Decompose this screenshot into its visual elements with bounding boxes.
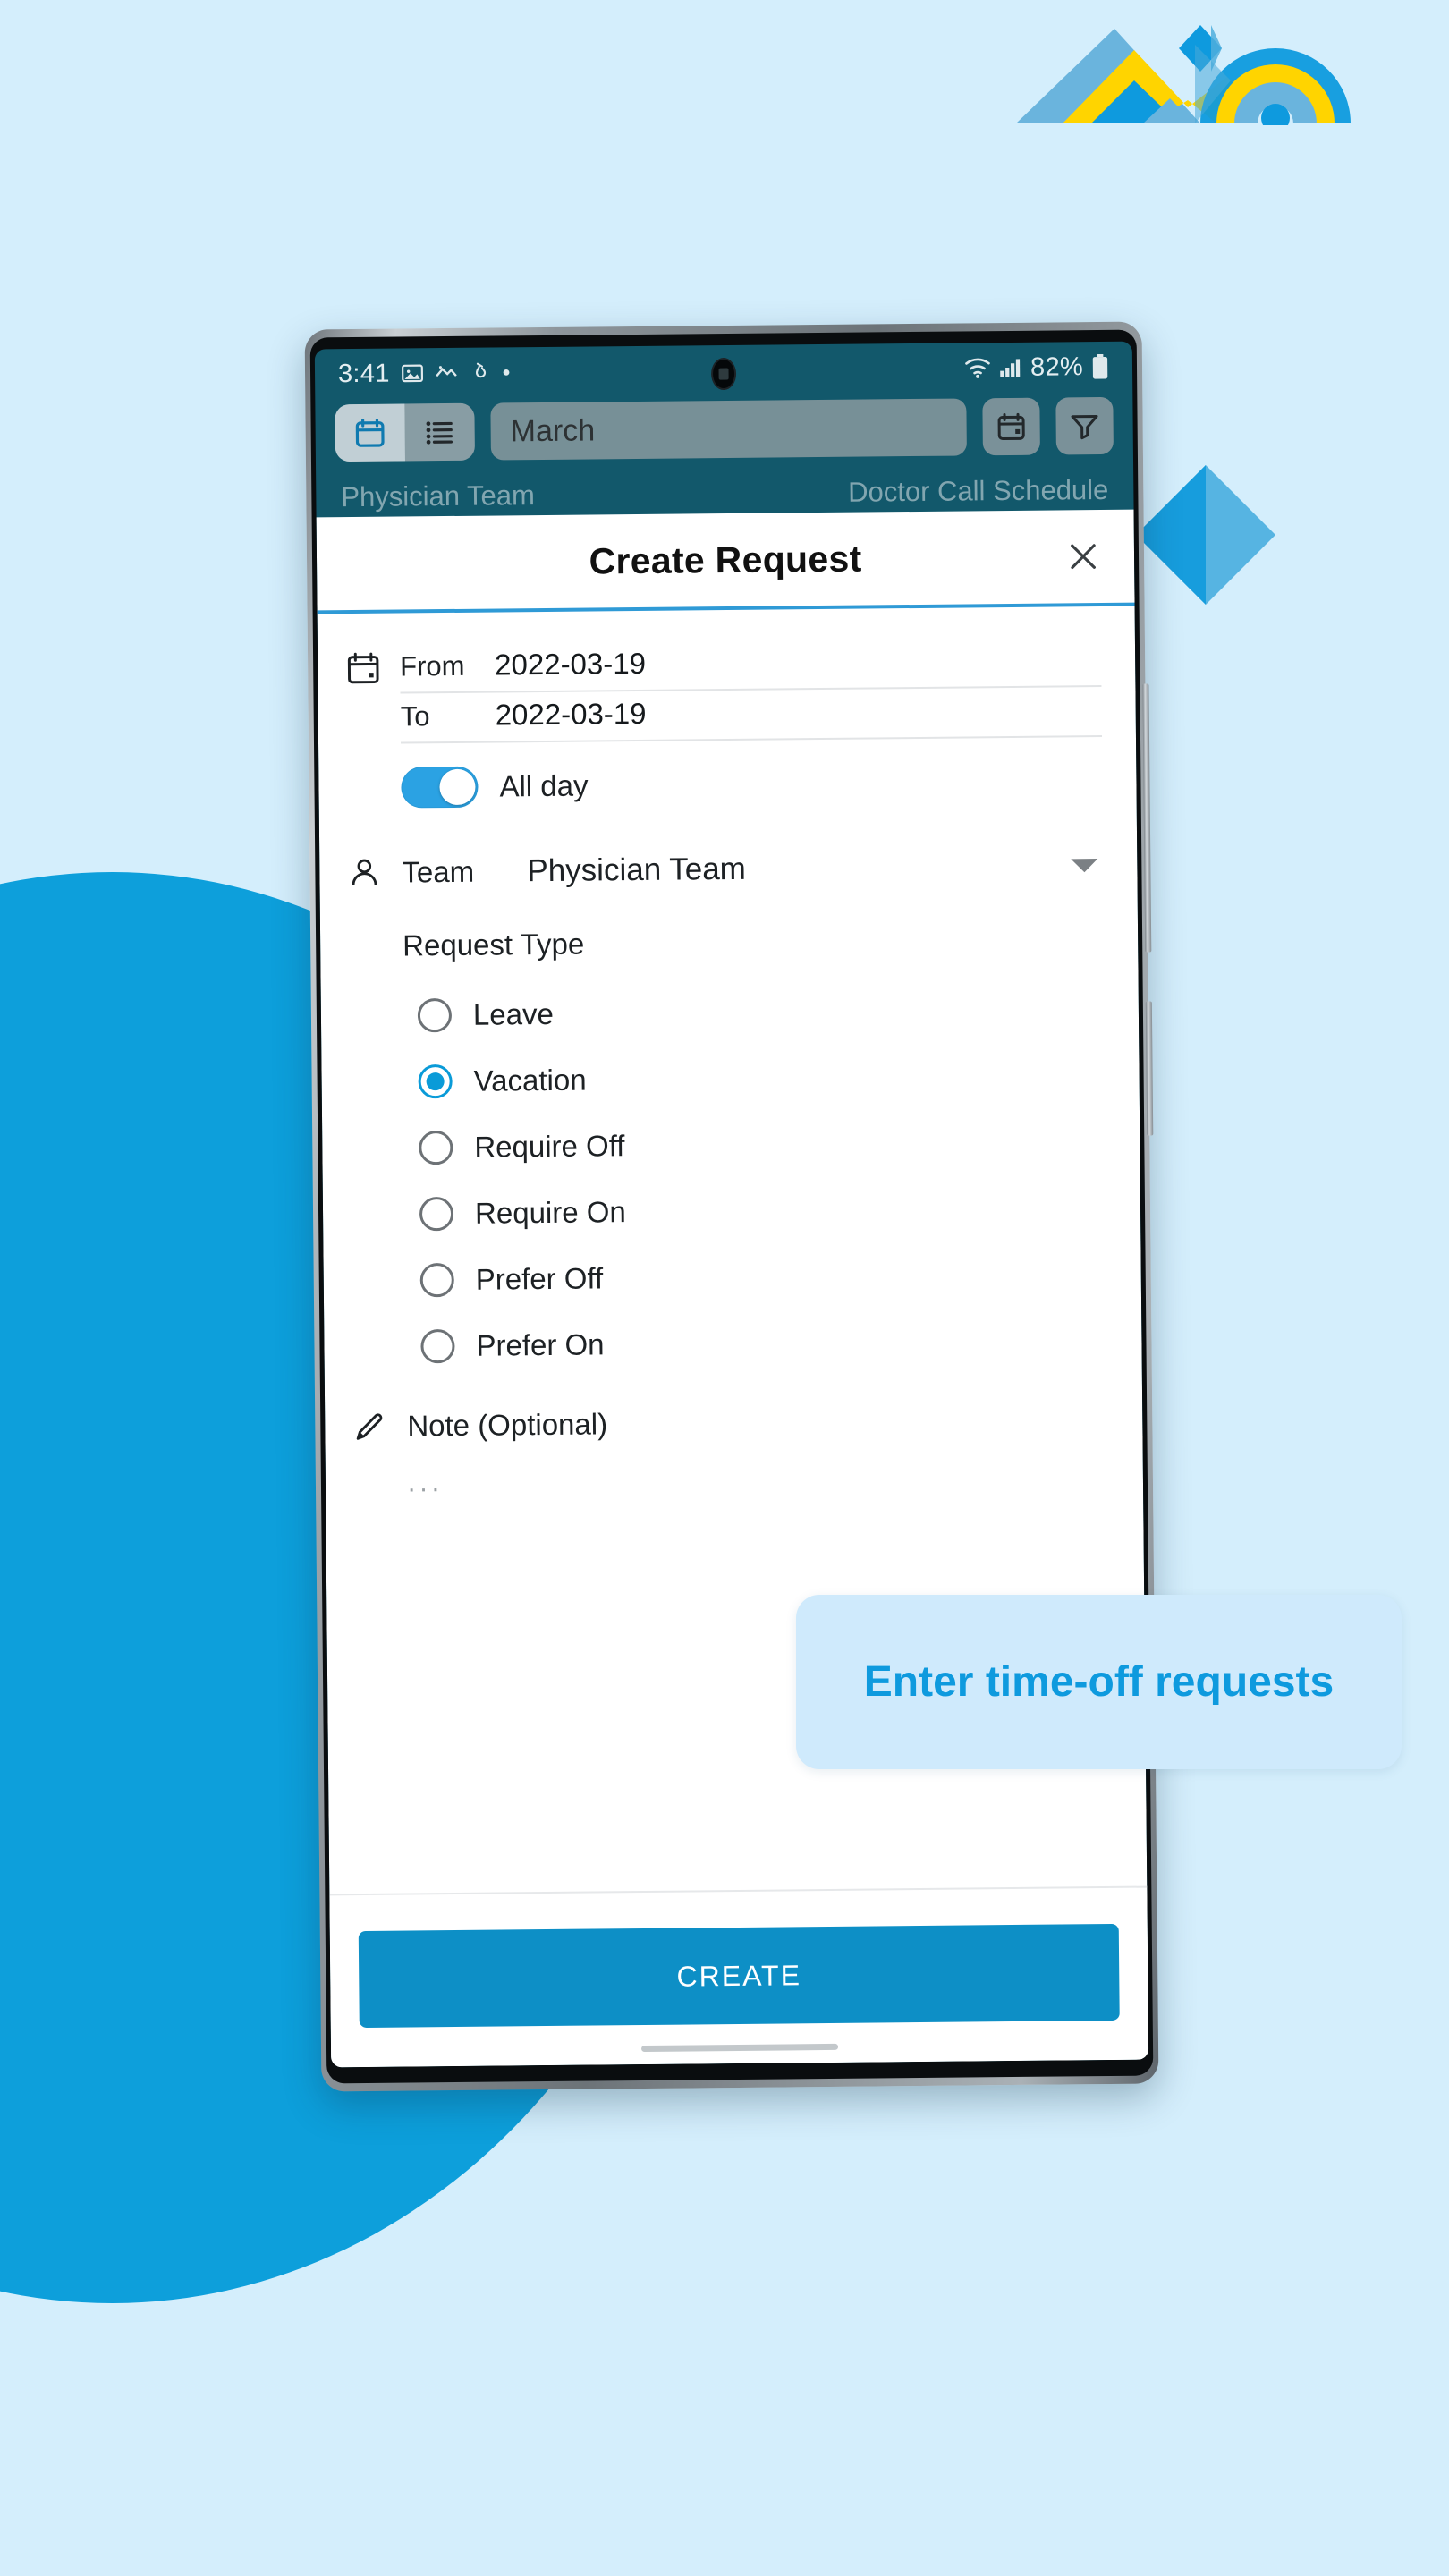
note-input[interactable]: ...	[326, 1462, 1143, 1500]
calendar-icon	[347, 652, 379, 684]
date-picker-button[interactable]	[982, 397, 1040, 456]
status-bar-left: 3:41	[338, 358, 512, 389]
radio-icon-selected	[418, 1063, 453, 1099]
calendar-view-tab[interactable]	[335, 403, 405, 462]
date-picker-icon	[997, 412, 1025, 441]
list-view-icon	[426, 421, 453, 445]
to-label: To	[400, 700, 430, 733]
chevron-down-icon[interactable]	[1071, 859, 1098, 873]
calendar-icon-wrap	[344, 644, 401, 692]
pencil-icon	[356, 1413, 383, 1440]
radio-label: Require On	[474, 1195, 626, 1230]
team-value: Physician Team	[527, 851, 747, 888]
radio-option-prefer-on[interactable]: Prefer On	[324, 1307, 1142, 1381]
status-bar-right: 82%	[964, 352, 1109, 383]
calendar-view-icon	[355, 418, 385, 447]
radio-label: Prefer Off	[475, 1261, 604, 1296]
cellular-signal-icon	[1000, 359, 1021, 377]
radio-label: Require Off	[474, 1129, 625, 1164]
create-request-modal: Create Request From 2022-03-19 To 2022-0…	[316, 509, 1149, 2068]
dot-icon	[503, 369, 510, 376]
battery-icon	[1092, 353, 1108, 379]
image-icon	[401, 364, 423, 383]
to-value: 2022-03-19	[495, 696, 647, 732]
radio-icon	[417, 997, 453, 1033]
month-value: March	[510, 412, 596, 448]
mountain-wave-logo	[1009, 18, 1367, 132]
radio-option-leave[interactable]: Leave	[321, 976, 1140, 1050]
radio-icon	[419, 1196, 454, 1232]
radio-icon	[420, 1328, 455, 1364]
view-mode-segmented-control	[335, 402, 475, 462]
status-time: 3:41	[337, 359, 390, 388]
person-icon	[352, 859, 377, 886]
modal-title: Create Request	[589, 538, 862, 581]
filter-icon	[1071, 415, 1098, 440]
all-day-label: All day	[499, 768, 589, 803]
team-label: Team	[402, 854, 475, 889]
diamond-accent-icon	[1134, 463, 1277, 606]
app-subheader: Physician Team Doctor Call Schedule	[316, 474, 1133, 514]
request-type-label: Request Type	[402, 927, 585, 962]
filter-button[interactable]	[1055, 396, 1114, 455]
callout-tooltip: Enter time-off requests	[796, 1595, 1402, 1769]
alarm-icon	[475, 362, 486, 378]
toggle-knob	[439, 768, 476, 806]
date-fields: From 2022-03-19 To 2022-03-19 All day	[399, 637, 1110, 809]
create-button[interactable]: CREATE	[358, 1923, 1120, 2029]
date-range-row: From 2022-03-19 To 2022-03-19 All day	[318, 637, 1137, 809]
note-label: Note (Optional)	[407, 1406, 608, 1442]
all-day-toggle[interactable]	[401, 766, 479, 809]
volume-button[interactable]	[1142, 683, 1152, 953]
all-day-row: All day	[401, 760, 1109, 809]
phone-screen: 3:41 82% March Physician Team Doctor Cal…	[314, 341, 1149, 2068]
photo-editor-icon	[435, 366, 457, 377]
radio-icon	[419, 1130, 453, 1165]
from-date-field[interactable]: From 2022-03-19	[399, 637, 1102, 694]
phone-mockup: 3:41 82% March Physician Team Doctor Cal…	[304, 321, 1159, 2092]
team-row[interactable]: Team Physician Team	[319, 843, 1137, 896]
battery-percent-label: 82%	[1030, 352, 1084, 382]
power-button[interactable]	[1145, 1001, 1154, 1136]
radio-option-vacation[interactable]: Vacation	[321, 1042, 1140, 1116]
modal-header: Create Request	[316, 509, 1135, 614]
note-row[interactable]: Note (Optional)	[325, 1396, 1142, 1450]
radio-icon	[419, 1262, 454, 1298]
to-date-field[interactable]: To 2022-03-19	[400, 687, 1102, 744]
radio-label: Leave	[472, 996, 555, 1031]
from-value: 2022-03-19	[494, 646, 647, 682]
subheader-schedule-label: Doctor Call Schedule	[847, 473, 1109, 508]
person-icon-wrap	[346, 850, 402, 896]
radio-option-require-off[interactable]: Require Off	[322, 1108, 1140, 1182]
wifi-icon	[965, 358, 990, 378]
screenshot-root: 3:41 82% March Physician Team Doctor Cal…	[0, 0, 1449, 2576]
list-view-tab[interactable]	[404, 402, 475, 462]
radio-option-prefer-off[interactable]: Prefer Off	[323, 1241, 1141, 1315]
subheader-team-label: Physician Team	[341, 479, 536, 513]
radio-label: Vacation	[473, 1063, 587, 1097]
app-toolbar: March	[315, 396, 1133, 462]
close-icon	[1071, 544, 1096, 570]
callout-text: Enter time-off requests	[863, 1658, 1335, 1706]
front-camera-punch-hole	[710, 357, 737, 391]
modal-footer: CREATE	[329, 1885, 1149, 2068]
radio-option-require-on[interactable]: Require On	[323, 1174, 1141, 1249]
radio-label: Prefer On	[476, 1327, 605, 1362]
modal-body: From 2022-03-19 To 2022-03-19 All day Te…	[318, 606, 1143, 1500]
close-button[interactable]	[1063, 536, 1104, 577]
pencil-icon-wrap	[352, 1402, 407, 1449]
request-type-radio-group: Leave Vacation Require Off Require On Pr…	[321, 976, 1142, 1381]
month-input[interactable]: March	[490, 398, 967, 461]
from-label: From	[400, 649, 465, 682]
